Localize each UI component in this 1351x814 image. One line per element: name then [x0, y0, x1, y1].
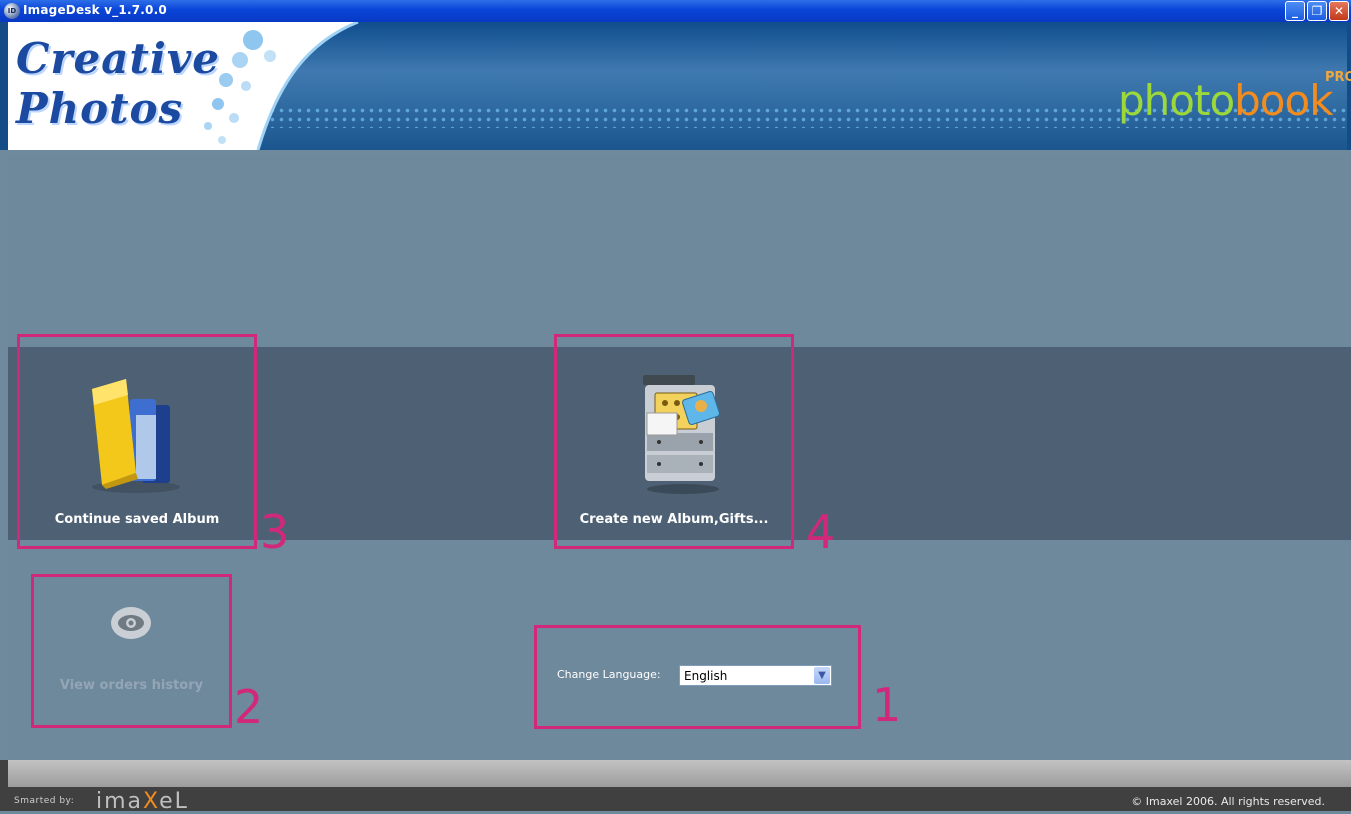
imaxel-logo-text-x: X	[143, 789, 160, 814]
header-banner: Creative Photos photobook PRO	[0, 20, 1351, 151]
brand-text-photo: photo	[1118, 76, 1235, 125]
annotation-number-2: 2	[234, 680, 264, 734]
app-icon: ID	[4, 3, 20, 19]
footer-bar: Smarted by: imaXeL © Imaxel 2006. All ri…	[0, 760, 1351, 814]
restore-button[interactable]: ❐	[1307, 1, 1327, 21]
annotation-box-3	[17, 334, 257, 549]
copyright-text: © Imaxel 2006. All rights reserved.	[1131, 795, 1325, 808]
imaxel-logo-text-1: ima	[96, 789, 144, 814]
close-button[interactable]: ✕	[1329, 1, 1349, 21]
minimize-button[interactable]: _	[1285, 1, 1305, 21]
annotation-box-1	[534, 625, 861, 729]
window-titlebar[interactable]: ID ImageDesk v_1.7.0.0 _ ❐ ✕	[0, 0, 1351, 22]
logo-text-photos: Photos	[16, 84, 184, 133]
annotation-number-4: 4	[806, 505, 836, 559]
smarted-by-label: Smarted by:	[14, 796, 75, 806]
imaxel-logo-text-2: eL	[159, 789, 189, 814]
annotation-number-3: 3	[260, 505, 290, 559]
photobook-brand-logo: photobook PRO	[1118, 70, 1351, 125]
annotation-number-1: 1	[872, 678, 902, 732]
footer-strip	[8, 760, 1351, 787]
brand-badge-pro: PRO	[1325, 70, 1351, 85]
annotation-box-4	[554, 334, 794, 549]
imaxel-logo: imaXeL	[96, 789, 189, 814]
brand-text-book: book	[1234, 76, 1333, 125]
logo-text-creative: Creative	[16, 34, 220, 83]
window-title: ImageDesk v_1.7.0.0	[23, 3, 167, 17]
annotation-box-2	[31, 574, 232, 728]
